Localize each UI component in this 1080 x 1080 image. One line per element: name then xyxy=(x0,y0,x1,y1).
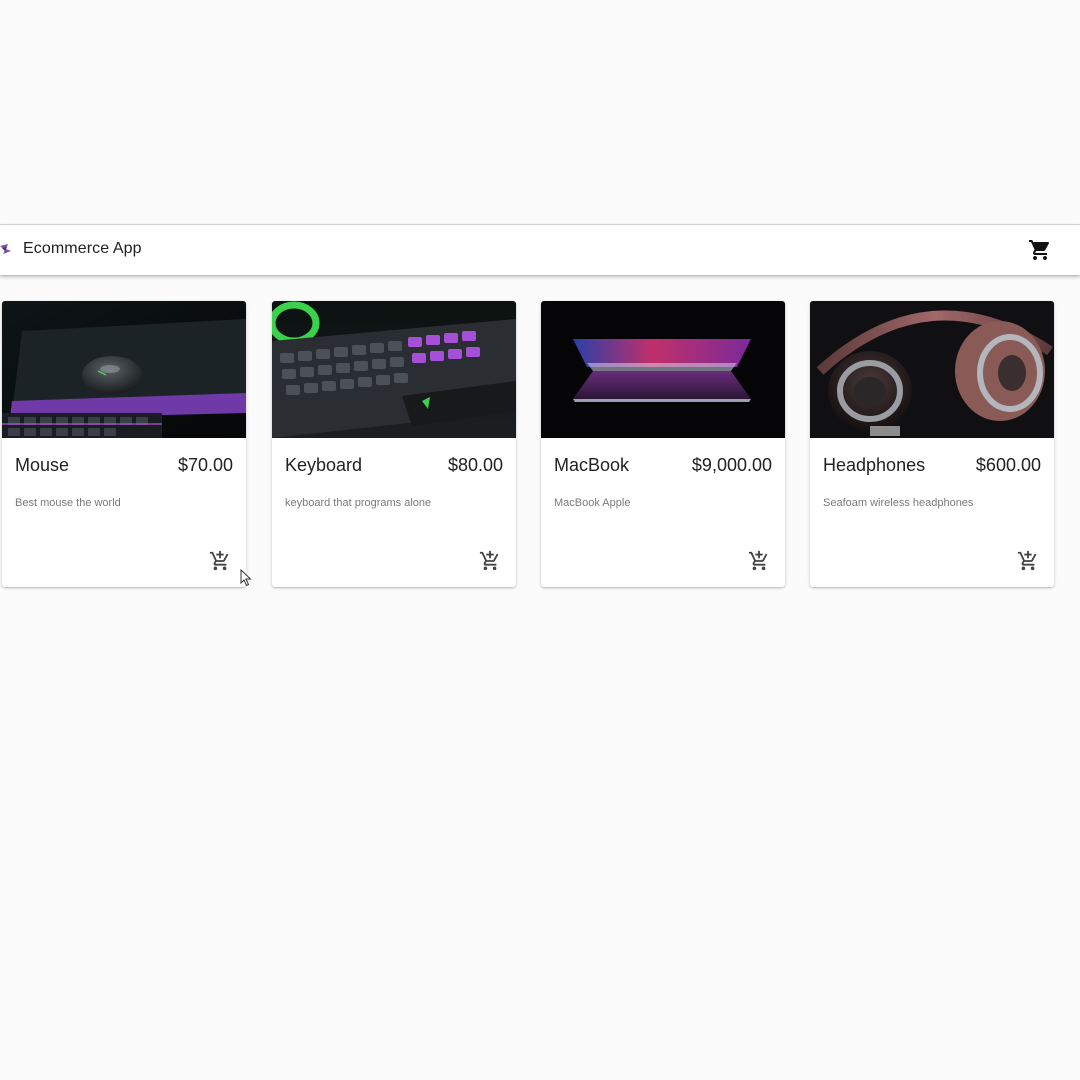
shopping-cart-icon[interactable] xyxy=(1028,238,1052,262)
product-description: keyboard that programs alone xyxy=(285,497,432,509)
product-description: Best mouse the world xyxy=(15,497,121,509)
add-shopping-cart-icon[interactable] xyxy=(209,550,231,572)
product-card: MacBook $9,000.00 MacBook Apple xyxy=(541,301,785,587)
product-description: Seafoam wireless headphones xyxy=(823,497,974,509)
product-name: Headphones xyxy=(823,455,926,475)
product-name: MacBook xyxy=(554,455,630,475)
product-card: Mouse $70.00 Best mouse the world xyxy=(2,301,246,587)
app-title: Ecommerce App xyxy=(23,240,142,257)
product-price: $80.00 xyxy=(447,455,503,475)
product-price: $600.00 xyxy=(975,455,1041,475)
product-price: $70.00 xyxy=(177,455,233,475)
gaming-keyboard-image xyxy=(272,301,516,438)
add-shopping-cart-icon[interactable] xyxy=(748,550,770,572)
add-shopping-cart-icon[interactable] xyxy=(479,550,501,572)
product-name: Keyboard xyxy=(285,455,363,475)
macbook-image xyxy=(541,301,785,438)
product-description: MacBook Apple xyxy=(554,497,631,509)
add-shopping-cart-icon[interactable] xyxy=(1017,550,1039,572)
ecommerce-logo-icon[interactable] xyxy=(0,242,12,256)
page: Ecommerce App Mouse $70.00 Best mouse th… xyxy=(0,0,1080,1080)
product-card: Headphones $600.00 Seafoam wireless head… xyxy=(810,301,1054,587)
product-price: $9,000.00 xyxy=(691,455,772,475)
gaming-mouse-image xyxy=(2,301,246,438)
product-card: Keyboard $80.00 keyboard that programs a… xyxy=(272,301,516,587)
app-bar: Ecommerce App xyxy=(0,224,1080,275)
product-name: Mouse xyxy=(15,455,70,475)
headphones-image xyxy=(810,301,1054,438)
